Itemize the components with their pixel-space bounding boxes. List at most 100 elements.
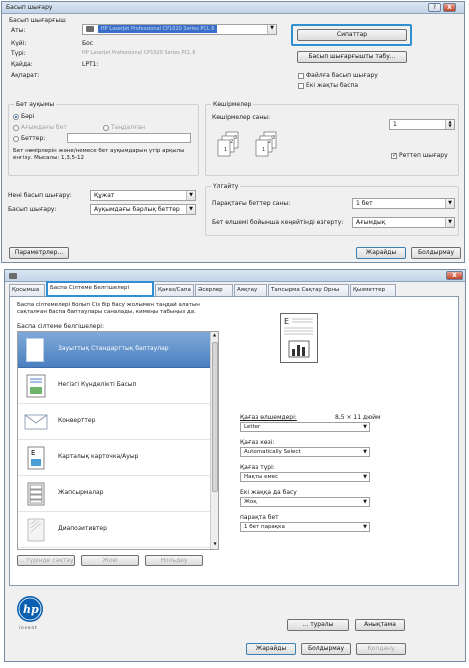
svg-text:1: 1 [262,147,265,153]
duplex-select[interactable]: Жоқ ▼ [240,497,370,507]
cancel-button[interactable]: Болдырмау [411,247,461,259]
tab-paper-quality[interactable]: Қағаз/Сапа [155,284,194,296]
scroll-thumb[interactable] [212,342,218,492]
radio-circle [13,135,19,142]
tab-effects[interactable]: Әсерлер [195,284,233,296]
copies-label: Көшірмелер саны: [212,114,271,121]
chevron-down-icon[interactable]: ▼ [445,199,454,208]
chevron-down-icon[interactable]: ▼ [186,191,195,200]
paper-source-select[interactable]: Automatically Select ▼ [240,447,370,457]
pages-input[interactable] [67,133,191,143]
spin-arrows-icon[interactable]: ▲ ▼ [445,120,454,129]
svg-text:3: 3 [234,135,237,141]
tab-services[interactable]: Қызметтер [350,284,396,296]
chevron-down-icon[interactable]: ▼ [361,473,369,481]
tab-finishing[interactable]: Аяқтау [234,284,267,296]
print-to-file-checkbox[interactable]: Файлға басып шығару [298,72,378,79]
pages-per-sheet-select[interactable]: 1 бет парақка ▼ [240,522,370,532]
radio-selected [13,113,19,120]
where-label: Қайда: [11,61,33,68]
pages-per-sheet-value: 1 бет [356,200,373,207]
options-button[interactable]: Параметрлер... [9,247,69,259]
page-range-group: Бет ауқымы Бәрі Ағымдағы бет Таңдалған Б… [8,101,199,176]
page-preview: E [280,313,318,363]
shortcut-label: Диапозитивтер [58,525,107,532]
list-item[interactable]: E Карталық карточка/Ауыр [18,440,218,476]
shortcut-label: Негізгі Күнделікті Басып [58,381,137,388]
title-bar: Басып шығару ? X [2,2,464,14]
shortcut-label: Карталық карточка/Ауыр [58,453,139,460]
reset-button[interactable]: Нольдеу [145,555,203,566]
copies-spinner[interactable]: 1 ▲ ▼ [389,119,455,130]
find-printer-button[interactable]: Басып шығарғышты табу... [297,51,407,63]
all-radio[interactable]: Бәрі [13,113,34,120]
list-item[interactable]: Диапозитивтер [18,512,218,548]
status-value: Бос [82,40,94,47]
current-page-radio[interactable]: Ағымдағы бет [13,124,67,131]
current-page-label: Ағымдағы бет [21,124,67,131]
checkbox-box [298,82,304,89]
pages-radio[interactable]: Беттер: [13,135,45,142]
print-select[interactable]: Ауқымдағы барлық беттер ▼ [90,204,196,215]
selection-radio[interactable]: Таңдалған [103,124,145,131]
description-text: Баспа сілтемелері болып Сіз бір басу жол… [17,302,200,315]
brand-text: invent [19,625,38,630]
chevron-down-icon[interactable]: ▼ [186,205,195,214]
print-what-value: Құжат [94,192,115,199]
printer-name-select[interactable]: HP LaserJet Professional CP1020 Series P… [82,24,277,35]
print-label: Басып шығару: [8,206,57,213]
cardstock-icon: E [27,446,45,470]
paper-type-select[interactable]: Нақты емес ▼ [240,472,370,482]
list-item[interactable]: Конверттер [18,404,218,440]
svg-text:E: E [31,449,35,457]
scroll-up-arrow-icon[interactable]: ▲ [211,332,218,340]
list-item[interactable]: Жапсырмалар [18,476,218,512]
collate-pages-icon: 321 321 [217,131,277,157]
close-button[interactable]: X [446,271,463,280]
scrollbar[interactable]: ▲ ▼ [210,332,218,549]
save-as-button[interactable]: ... түрінде сақтау [17,555,75,566]
pages-per-sheet-select[interactable]: 1 бет ▼ [352,198,455,209]
chevron-down-icon[interactable]: ▼ [267,25,276,34]
list-item[interactable]: Зауыттық Стандарттық баптаулар [18,332,218,368]
shortcut-list[interactable]: Зауыттық Стандарттық баптаулар Негізгі К… [17,331,219,550]
transparency-icon [27,518,45,542]
scroll-down-arrow-icon[interactable]: ▼ [211,541,218,549]
chevron-down-icon[interactable]: ▼ [361,498,369,506]
chevron-down-icon[interactable]: ▼ [361,423,369,431]
collate-checkbox[interactable]: ✓ Реттеп шығару [391,152,448,159]
paper-size-dims: 8,5 × 11 дюйм [335,414,381,421]
shortcut-label: Зауыттық Стандарттық баптаулар [58,345,169,352]
shortcut-label: Жапсырмалар [58,489,104,496]
cancel-button[interactable]: Болдырмау [301,643,351,655]
paper-size-select[interactable]: Letter ▼ [240,422,370,432]
printer-icon [9,273,17,279]
chevron-down-icon[interactable]: ▼ [445,218,454,227]
ok-button[interactable]: Жарайды [356,247,406,259]
scale-select[interactable]: Ағымдық ▼ [352,217,455,228]
help-title-button[interactable]: ? [428,3,441,12]
help-button[interactable]: Анықтама [355,619,405,631]
apply-button[interactable]: Қолдану [356,643,406,655]
chevron-down-icon[interactable]: ▼ [361,523,369,531]
print-dialog: Басып шығару ? X Басып шығарғыш Аты: HP … [1,1,465,263]
svg-text:hp: hp [23,603,39,616]
properties-button[interactable]: Сипаттар [297,29,407,41]
tab-advanced[interactable]: Қосымша [9,284,45,296]
hp-logo-icon: hp [18,597,42,621]
tab-shortcuts[interactable]: Баспа Сілтеме Белгішелері [46,281,154,297]
close-button[interactable]: X [443,3,456,12]
list-item[interactable]: Негізгі Күнделікті Басып [18,368,218,404]
checkbox-checked: ✓ [391,151,398,159]
delete-button[interactable]: Жою [81,555,139,566]
selection-label: Таңдалған [111,124,146,131]
zoom-group-label: Үлгайту [211,183,241,190]
print-what-select[interactable]: Құжат ▼ [90,190,196,201]
chevron-down-icon[interactable]: ▼ [361,448,369,456]
ok-button[interactable]: Жарайды [246,643,296,655]
manual-duplex-checkbox[interactable]: Екі жақты баспа [298,82,358,89]
pages-hint: Бет нөмірлерін және/немесе бет ауқымдары… [13,148,185,161]
about-button[interactable]: ... туралы [287,619,349,631]
tab-job-storage[interactable]: Тапсырма Сақтау Орны [268,284,349,296]
comment-label: Ақпарат: [11,72,40,79]
